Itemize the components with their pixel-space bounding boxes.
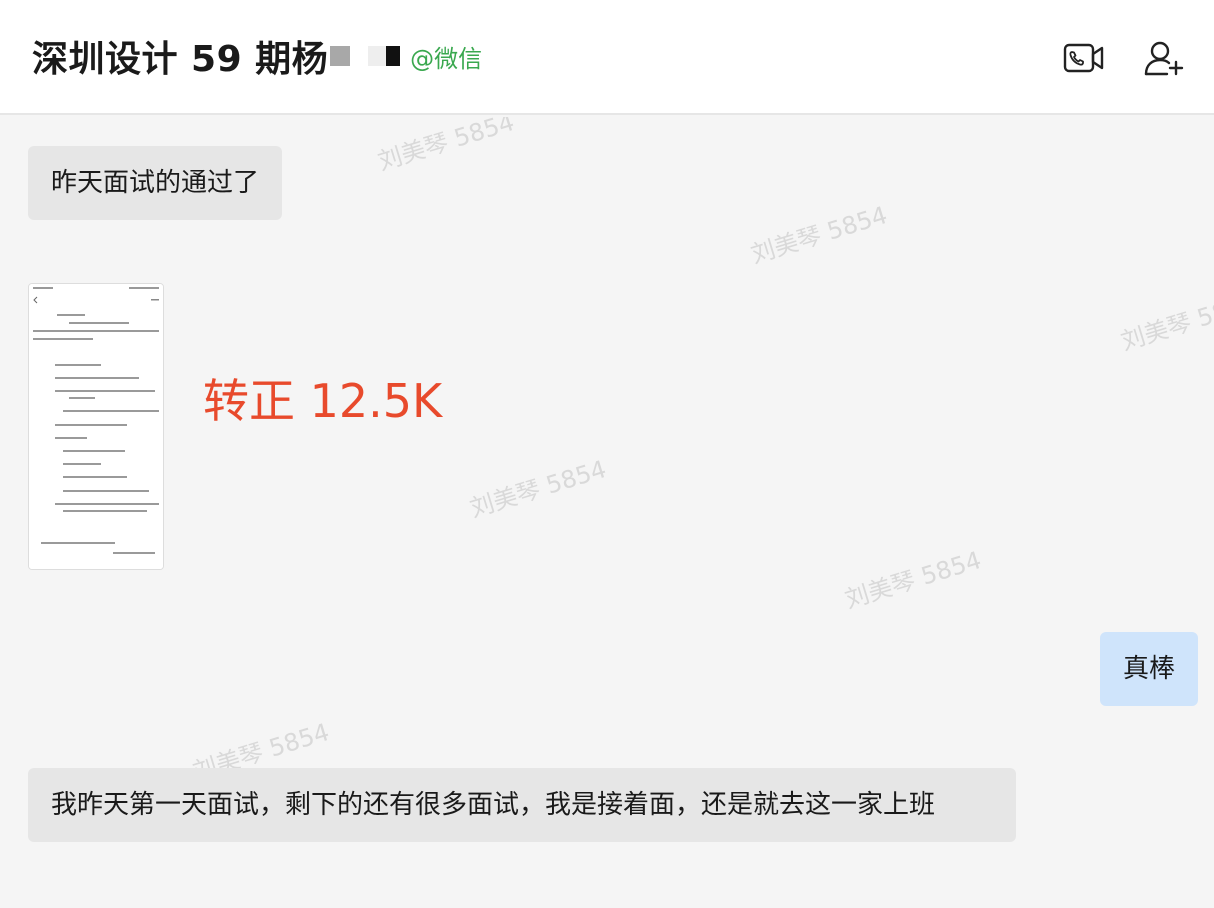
add-user-button[interactable] [1142, 38, 1186, 78]
chat-window: 深圳设计 59 期杨 @微信 刘美琴 5854 刘美琴 5854 刘美琴 585… [0, 0, 1214, 908]
add-user-icon [1144, 41, 1184, 76]
message-bubble-sent[interactable]: 真棒 [1100, 632, 1199, 706]
video-call-button[interactable] [1062, 38, 1106, 78]
chat-title: 深圳设计 59 期杨 [32, 39, 329, 80]
message-bubble-received[interactable]: 昨天面试的通过了 [28, 146, 283, 220]
watermark: 刘美琴 5854 [1117, 287, 1214, 356]
message-bubble-received[interactable]: 我昨天第一天面试，剩下的还有很多面试，我是接着面，还是就去这一家上班 [28, 768, 1016, 842]
image-caption-overlay: 转正 12.5K [203, 374, 443, 428]
watermark: 刘美琴 5854 [747, 200, 891, 269]
wechat-tag: @微信 [410, 44, 483, 73]
message-list[interactable]: 刘美琴 5854 刘美琴 5854 刘美琴 5854 刘美琴 5854 刘美琴 … [0, 117, 1214, 908]
chat-header: 深圳设计 59 期杨 @微信 [0, 0, 1214, 115]
redacted-name [330, 46, 401, 66]
watermark: 刘美琴 5854 [841, 545, 985, 614]
image-message[interactable] [28, 283, 164, 570]
watermark: 刘美琴 5854 [466, 454, 610, 523]
offer-letter-thumbnail [29, 284, 163, 569]
video-call-icon [1063, 43, 1104, 73]
watermark: 刘美琴 5854 [374, 117, 518, 176]
title-area: 深圳设计 59 期杨 @微信 [32, 30, 482, 82]
